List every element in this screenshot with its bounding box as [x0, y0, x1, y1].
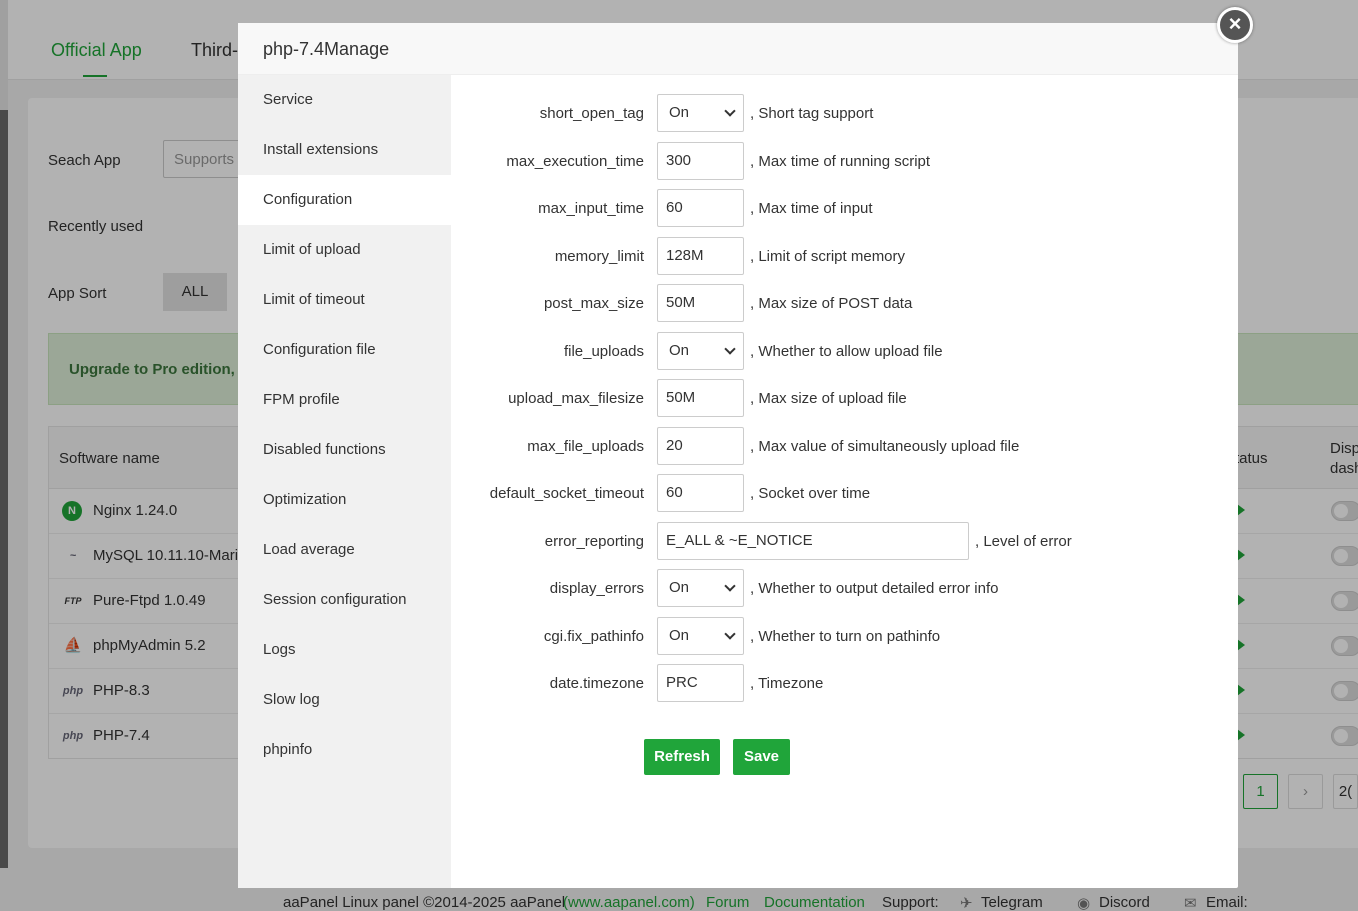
refresh-button[interactable]: Refresh — [644, 739, 720, 775]
error-reporting-input[interactable]: E_ALL & ~E_NOTICE — [657, 522, 969, 560]
memory-limit-input[interactable]: 128M — [657, 237, 744, 275]
menu-item-limit-of-upload[interactable]: Limit of upload — [238, 225, 451, 275]
config-desc: , Socket over time — [750, 485, 871, 502]
menu-item-install-extensions[interactable]: Install extensions — [238, 125, 451, 175]
menu-item-load-average[interactable]: Load average — [238, 525, 451, 575]
cgi-fix-pathinfo-select[interactable]: On — [657, 617, 744, 655]
close-icon[interactable]: × — [1217, 7, 1253, 43]
config-row: upload_max_filesize 50M , Max size of up… — [451, 379, 1238, 417]
config-row: display_errors On , Whether to output de… — [451, 569, 1238, 607]
config-row: date.timezone PRC , Timezone — [451, 664, 1238, 702]
config-desc: , Max time of running script — [750, 153, 931, 170]
short-open-tag-select[interactable]: On — [657, 94, 744, 132]
config-key: date.timezone — [549, 675, 644, 692]
menu-item-service[interactable]: Service — [238, 75, 451, 125]
config-desc: , Timezone — [750, 675, 824, 692]
config-row: short_open_tag On , Short tag support — [451, 94, 1238, 132]
config-row: post_max_size 50M , Max size of POST dat… — [451, 284, 1238, 322]
config-desc: , Level of error — [975, 533, 1072, 550]
config-key: max_input_time — [538, 200, 644, 217]
config-key: cgi.fix_pathinfo — [543, 628, 644, 645]
config-desc: , Short tag support — [750, 105, 874, 122]
menu-item-session-configuration[interactable]: Session configuration — [238, 575, 451, 625]
menu-item-logs[interactable]: Logs — [238, 625, 451, 675]
config-desc: , Max size of upload file — [750, 390, 907, 407]
chevron-down-icon — [724, 628, 736, 640]
menu-item-configuration[interactable]: Configuration — [238, 175, 451, 225]
config-row: file_uploads On , Whether to allow uploa… — [451, 332, 1238, 370]
config-desc: , Whether to output detailed error info — [750, 580, 999, 597]
config-row: max_input_time 60 , Max time of input — [451, 189, 1238, 227]
config-key: memory_limit — [554, 248, 644, 265]
menu-item-slow-log[interactable]: Slow log — [238, 675, 451, 725]
max-execution-time-input[interactable]: 300 — [657, 142, 744, 180]
max-file-uploads-input[interactable]: 20 — [657, 427, 744, 465]
menu-item-configuration-file[interactable]: Configuration file — [238, 325, 451, 375]
config-desc: , Limit of script memory — [750, 248, 906, 265]
config-row: memory_limit 128M , Limit of script memo… — [451, 237, 1238, 275]
configuration-panel: short_open_tag On , Short tag support ma… — [451, 75, 1238, 888]
config-key: upload_max_filesize — [508, 390, 644, 407]
menu-item-disabled-functions[interactable]: Disabled functions — [238, 425, 451, 475]
menu-item-limit-of-timeout[interactable]: Limit of timeout — [238, 275, 451, 325]
config-key: max_file_uploads — [527, 438, 644, 455]
config-key: display_errors — [549, 580, 644, 597]
config-row: cgi.fix_pathinfo On , Whether to turn on… — [451, 617, 1238, 655]
max-input-time-input[interactable]: 60 — [657, 189, 744, 227]
php-manage-dialog: php-7.4Manage Service Install extensions… — [238, 23, 1238, 888]
menu-item-optimization[interactable]: Optimization — [238, 475, 451, 525]
post-max-size-input[interactable]: 50M — [657, 284, 744, 322]
config-desc: , Max value of simultaneously upload fil… — [750, 438, 1020, 455]
config-key: post_max_size — [543, 295, 644, 312]
default-socket-timeout-input[interactable]: 60 — [657, 474, 744, 512]
config-desc: , Whether to turn on pathinfo — [750, 628, 941, 645]
chevron-down-icon — [724, 580, 736, 592]
config-desc: , Max time of input — [750, 200, 873, 217]
config-row: max_file_uploads 20 , Max value of simul… — [451, 427, 1238, 465]
display-errors-select[interactable]: On — [657, 569, 744, 607]
config-key: max_execution_time — [506, 153, 644, 170]
config-desc: , Max size of POST data — [750, 295, 913, 312]
config-desc: , Whether to allow upload file — [750, 343, 943, 360]
date-timezone-input[interactable]: PRC — [657, 664, 744, 702]
upload-max-filesize-input[interactable]: 50M — [657, 379, 744, 417]
save-button[interactable]: Save — [733, 739, 790, 775]
chevron-down-icon — [724, 105, 736, 117]
menu-item-phpinfo[interactable]: phpinfo — [238, 725, 451, 775]
config-row: error_reporting E_ALL & ~E_NOTICE , Leve… — [451, 522, 1238, 560]
config-row: max_execution_time 300 , Max time of run… — [451, 142, 1238, 180]
config-row: default_socket_timeout 60 , Socket over … — [451, 474, 1238, 512]
config-key: file_uploads — [563, 343, 644, 360]
dialog-title: php-7.4Manage — [238, 23, 1238, 75]
menu-item-fpm-profile[interactable]: FPM profile — [238, 375, 451, 425]
chevron-down-icon — [724, 343, 736, 355]
dialog-side-menu: Service Install extensions Configuration… — [238, 75, 451, 888]
config-key: default_socket_timeout — [489, 485, 644, 502]
config-key: short_open_tag — [539, 105, 644, 122]
file-uploads-select[interactable]: On — [657, 332, 744, 370]
config-key: error_reporting — [544, 533, 644, 550]
